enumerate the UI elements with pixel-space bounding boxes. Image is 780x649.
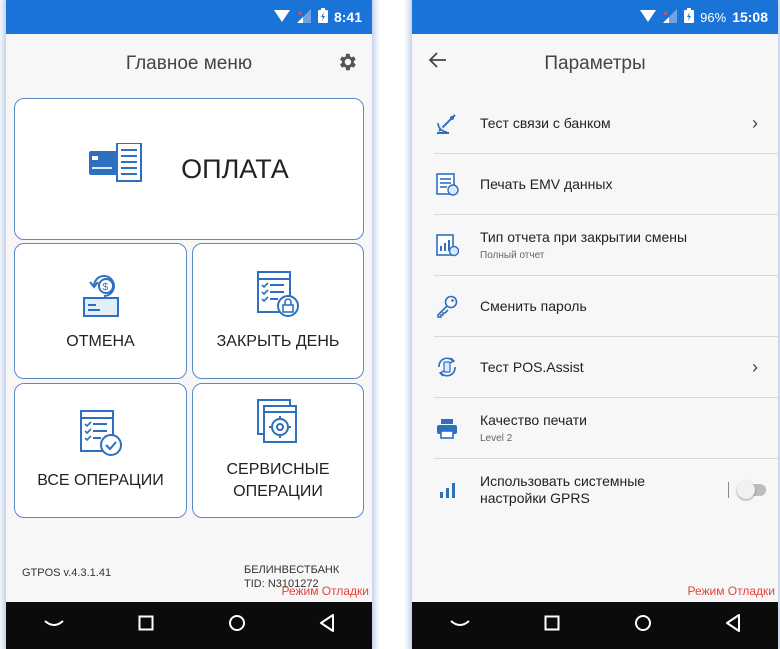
cancel-label: ОТМЕНА: [66, 332, 135, 350]
settings-item-print-quality[interactable]: Качество печати Level 2: [434, 398, 778, 459]
main-menu-screen: x 8:41 Главное меню ОПЛАТА $ ОТМЕНА ЗАКР…: [6, 0, 372, 649]
wifi-icon: [640, 9, 657, 25]
all-operations-tile[interactable]: ВСЕ ОПЕРАЦИИ: [14, 383, 187, 518]
status-bar: x 96% 15:08: [412, 0, 778, 34]
back-icon[interactable]: [725, 614, 741, 637]
receipt-list-icon: [434, 171, 460, 197]
gprs-toggle[interactable]: [728, 480, 766, 499]
satellite-dish-icon: [434, 110, 460, 136]
chevron-right-icon: ›: [752, 112, 758, 133]
signal-bars-icon: [434, 477, 460, 503]
page-title: Главное меню: [125, 53, 253, 74]
clock: 15:08: [732, 9, 768, 25]
signal-icon: x: [296, 8, 312, 26]
payment-label: ОПЛАТА: [181, 154, 289, 184]
checklist-lock-icon: [256, 270, 300, 331]
settings-screen: x 96% 15:08 Параметры Тест связи с банко…: [412, 0, 778, 649]
gear-icon[interactable]: [336, 51, 358, 73]
settings-item-system-gprs[interactable]: Использовать системные настройки GPRS: [434, 459, 778, 520]
svg-text:$: $: [102, 282, 108, 293]
page-title: Параметры: [544, 53, 646, 74]
chevron-right-icon: ›: [752, 356, 758, 377]
gear-window-icon: [256, 398, 300, 459]
checklist-check-icon: [79, 409, 123, 470]
toggle-track: [737, 480, 766, 499]
service-operations-tile[interactable]: СЕРВИСНЫЕ ОПЕРАЦИИ: [192, 383, 364, 518]
key-icon: [434, 293, 460, 319]
settings-item-print-emv[interactable]: Печать EMV данных: [434, 154, 778, 215]
payment-tile[interactable]: ОПЛАТА: [14, 98, 364, 240]
clock: 8:41: [333, 9, 362, 25]
settings-item-pos-assist-test[interactable]: Тест POS.Assist ›: [434, 337, 778, 398]
back-arrow-icon[interactable]: [428, 50, 450, 72]
printer-icon: [434, 415, 460, 441]
service-operations-label-line1: СЕРВИСНЫЕ: [226, 461, 330, 478]
hide-keyboard-icon[interactable]: [449, 617, 471, 635]
card-receipt-icon: [89, 141, 145, 196]
debug-mode-label: Режим Отладки: [281, 584, 369, 598]
back-icon[interactable]: [319, 614, 335, 637]
home-icon[interactable]: [228, 614, 246, 637]
settings-item-change-password[interactable]: Сменить пароль: [434, 276, 778, 337]
battery-charging-icon: [317, 8, 328, 26]
svg-text:x: x: [664, 11, 668, 17]
settings-list: Тест связи с банком › Печать EMV данных …: [412, 93, 778, 520]
settings-item-report-type[interactable]: Тип отчета при закрытии смены Полный отч…: [434, 215, 778, 276]
svg-text:x: x: [298, 11, 302, 17]
cancel-tile[interactable]: $ ОТМЕНА: [14, 243, 187, 379]
settings-item-label: Сменить пароль: [480, 297, 587, 314]
settings-item-label: Печать EMV данных: [480, 175, 613, 192]
app-version: GTPOS v.4.3.1.41: [22, 567, 112, 579]
settings-item-value: Полный отчет: [480, 250, 545, 261]
recents-icon[interactable]: [138, 615, 154, 636]
close-day-label: ЗАКРЫТЬ ДЕНЬ: [216, 332, 340, 350]
header: Главное меню: [6, 34, 372, 94]
signal-icon: x: [662, 8, 678, 26]
battery-charging-icon: [684, 8, 695, 26]
home-icon[interactable]: [634, 614, 652, 637]
wifi-icon: [273, 9, 290, 25]
battery-percent: 96%: [700, 9, 727, 25]
settings-item-label: Тест связи с банком: [480, 114, 611, 131]
settings-item-label: Тип отчета при закрытии смены: [480, 229, 688, 245]
header: Параметры: [412, 34, 778, 94]
service-operations-label-line2: ОПЕРАЦИИ: [233, 483, 323, 500]
nav-bar: [6, 602, 372, 649]
settings-item-bank-connection-test[interactable]: Тест связи с банком ›: [434, 93, 778, 154]
toggle-knob: [737, 480, 755, 499]
settings-item-label: Качество печати: [480, 412, 587, 428]
bank-name: БЕЛИНВЕСТБАНК: [244, 564, 340, 576]
sync-terminal-icon: [434, 354, 460, 380]
report-chart-icon: [434, 232, 460, 258]
debug-mode-label: Режим Отладки: [687, 584, 775, 598]
settings-item-value: Level 2: [480, 433, 513, 444]
hide-keyboard-icon[interactable]: [43, 617, 65, 635]
all-operations-label: ВСЕ ОПЕРАЦИИ: [37, 472, 164, 489]
status-bar: x 8:41: [6, 0, 372, 34]
close-day-tile[interactable]: ЗАКРЫТЬ ДЕНЬ: [192, 243, 364, 379]
nav-bar: [412, 602, 778, 649]
refund-icon: $: [82, 270, 120, 331]
recents-icon[interactable]: [544, 615, 560, 636]
settings-item-label: Тест POS.Assist: [480, 358, 584, 375]
